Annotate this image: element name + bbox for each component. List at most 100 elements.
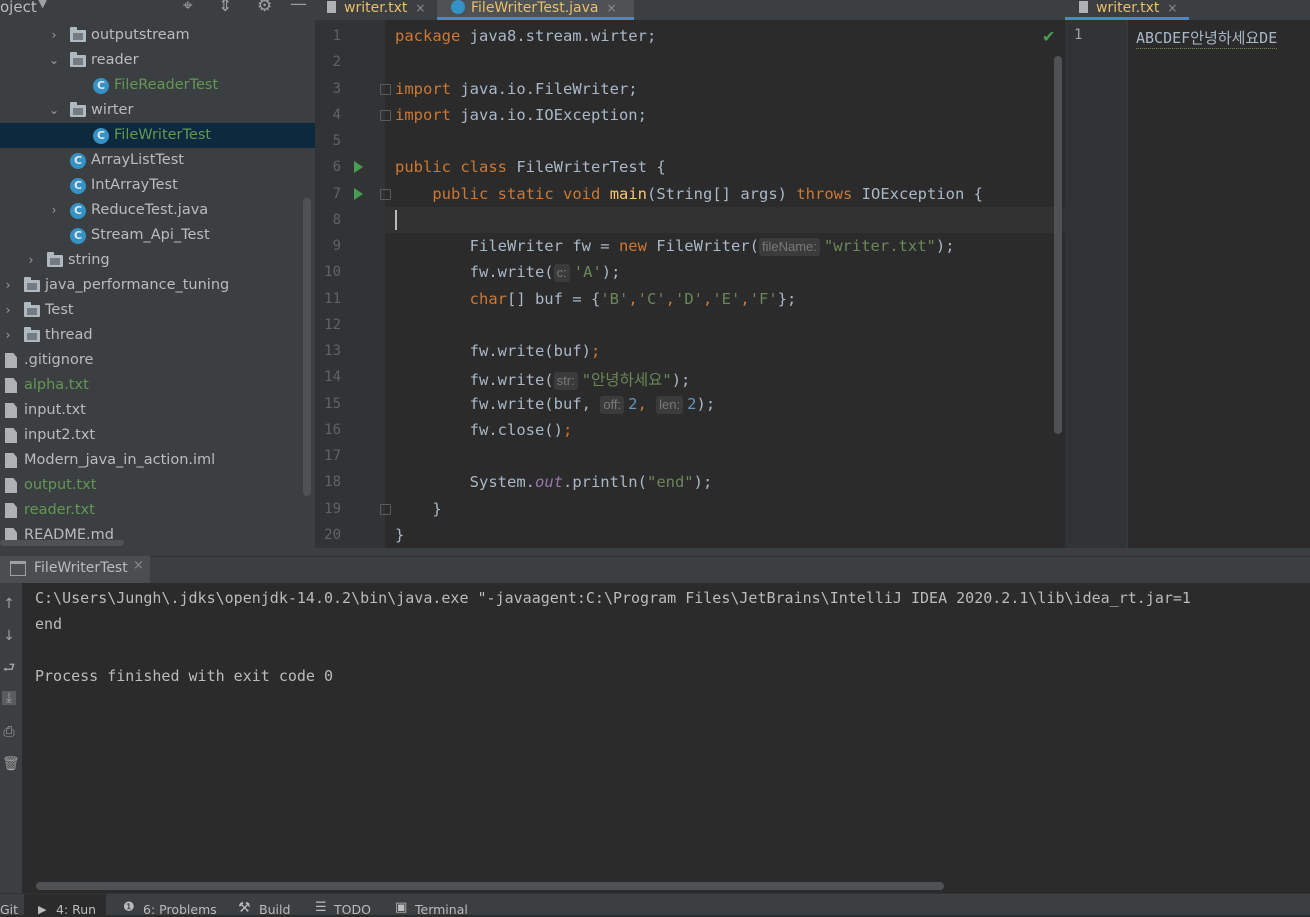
scroll-to-end-icon[interactable]: ⤓ (2, 691, 16, 705)
tab-writer-txt-right[interactable]: writer.txt × (1065, 0, 1189, 20)
run-console-icon (10, 561, 26, 576)
fold-icon[interactable] (380, 110, 391, 121)
project-title[interactable]: oject (0, 0, 37, 16)
tree-item[interactable]: › string (0, 248, 315, 273)
tree-item[interactable]: › C ReduceTest.java (0, 198, 315, 223)
line-number: 8 (332, 212, 341, 228)
class-glyph: C (73, 229, 83, 242)
tree-item[interactable]: C Stream_Api_Test (0, 223, 315, 248)
chevron-down-icon[interactable]: ▼ (38, 0, 47, 10)
print-icon[interactable]: ⎙ (2, 725, 16, 739)
tree-item[interactable]: C FileWriterTest (0, 123, 315, 148)
tree-item[interactable]: .gitignore (0, 348, 315, 373)
run-tool-button[interactable]: 4: Run (56, 902, 96, 917)
chevron-right-icon[interactable]: › (48, 198, 60, 223)
tree-item[interactable]: reader.txt (0, 498, 315, 523)
tree-item-label: java_performance_tuning (45, 277, 230, 293)
tree-item-label: FileWriterTest (114, 127, 212, 143)
param-hint: len: (656, 396, 684, 414)
tab-filewritertest-java[interactable]: FileWriterTest.java × (437, 0, 634, 20)
panel-divider[interactable] (0, 548, 1310, 556)
run-console[interactable] (22, 583, 1310, 893)
gear-icon[interactable]: ⚙ (257, 0, 272, 16)
tree-item[interactable]: Modern_java_in_action.iml (0, 448, 315, 473)
tree-item[interactable]: › outputstream (0, 23, 315, 48)
close-icon[interactable]: × (1167, 1, 1177, 15)
tree-item[interactable]: ⌄ reader (0, 48, 315, 73)
code-line-19: } (432, 500, 442, 518)
project-panel-header: oject ▼ ⌖ ⇕ ⚙ — (0, 0, 315, 20)
tree-hscrollbar[interactable] (0, 540, 124, 546)
file-icon (5, 403, 17, 418)
tree-item-label: outputstream (91, 27, 190, 43)
code-line-20: } (395, 526, 405, 544)
chevron-right-icon[interactable]: › (25, 248, 37, 273)
param-hint: c: (553, 264, 570, 282)
line-number: 1 (332, 28, 341, 44)
code-line-1: package java8.stream.wirter; (395, 27, 657, 45)
tree-item-label: ReduceTest.java (91, 202, 209, 218)
tree-item[interactable]: › Test (0, 298, 315, 323)
run-tab[interactable]: FileWriterTest × (0, 556, 150, 583)
tree-item[interactable]: output.txt (0, 473, 315, 498)
chevron-down-icon[interactable]: ⌄ (48, 98, 60, 123)
tree-item[interactable]: alpha.txt (0, 373, 315, 398)
todo-tool-button[interactable]: TODO (334, 902, 371, 917)
hide-panel-icon[interactable]: — (290, 0, 307, 14)
tab-writer-txt[interactable]: writer.txt × (327, 0, 437, 20)
run-gutter-icon[interactable] (354, 188, 363, 200)
line-number: 17 (324, 448, 341, 464)
chevron-right-icon[interactable]: › (2, 323, 14, 348)
arrow-up-icon[interactable]: ↑ (2, 597, 16, 611)
fold-icon[interactable] (380, 84, 391, 95)
chevron-right-icon[interactable]: › (2, 273, 14, 298)
code-line-13: fw.write(buf); (469, 342, 601, 360)
chevron-right-icon[interactable]: › (2, 298, 14, 323)
locate-icon[interactable]: ⌖ (183, 0, 193, 16)
line-number: 14 (324, 369, 341, 385)
code-line-6: public class FileWriterTest { (395, 158, 666, 176)
code-editor[interactable] (385, 20, 1065, 548)
git-tool-button[interactable]: Git (0, 902, 18, 917)
arrow-down-icon[interactable]: ↓ (2, 629, 16, 643)
text-file-icon (327, 1, 336, 13)
inspection-ok-icon[interactable]: ✔ (1042, 27, 1055, 46)
tree-item-label: reader (91, 52, 139, 68)
close-icon[interactable]: × (415, 1, 425, 15)
chevron-right-icon[interactable]: › (48, 23, 60, 48)
soft-wrap-icon[interactable]: ⮐ (2, 661, 16, 675)
tree-item[interactable]: C IntArrayTest (0, 173, 315, 198)
chevron-down-icon[interactable]: ⌄ (48, 48, 60, 73)
editor-scrollbar[interactable] (1054, 56, 1062, 434)
list-icon: ☰ (315, 900, 327, 915)
caret-row-highlight (385, 207, 1065, 233)
text-caret (395, 210, 397, 230)
folder-icon (70, 102, 86, 117)
run-gutter-icon[interactable] (354, 161, 363, 173)
problems-tool-button[interactable]: 6: Problems (143, 902, 217, 917)
line-number: 16 (324, 422, 341, 438)
fold-icon[interactable] (380, 189, 391, 200)
writer-txt-content[interactable]: ABCDEF안녕하세요DE (1136, 27, 1278, 49)
tree-item[interactable]: › thread (0, 323, 315, 348)
close-icon[interactable]: × (607, 1, 617, 15)
tree-item[interactable]: C ArrayListTest (0, 148, 315, 173)
line-number: 19 (324, 501, 341, 517)
tree-item[interactable]: › java_performance_tuning (0, 273, 315, 298)
right-tab-bar: writer.txt × (1065, 0, 1310, 20)
close-icon[interactable]: × (133, 558, 144, 573)
tree-scrollbar[interactable] (303, 198, 311, 496)
class-icon: C (93, 78, 109, 94)
build-tool-button[interactable]: Build (259, 902, 290, 917)
param-hint: str: (553, 372, 578, 390)
console-hscrollbar[interactable] (36, 882, 944, 890)
tree-item[interactable]: ⌄ wirter (0, 98, 315, 123)
tree-item[interactable]: input2.txt (0, 423, 315, 448)
tree-item[interactable]: input.txt (0, 398, 315, 423)
fold-icon[interactable] (380, 504, 391, 515)
tree-item[interactable]: C FileReaderTest (0, 73, 315, 98)
trash-icon[interactable]: 🗑 (2, 757, 20, 771)
line-number: 13 (324, 343, 341, 359)
collapse-all-icon[interactable]: ⇕ (218, 0, 232, 16)
terminal-tool-button[interactable]: Terminal (415, 902, 468, 917)
